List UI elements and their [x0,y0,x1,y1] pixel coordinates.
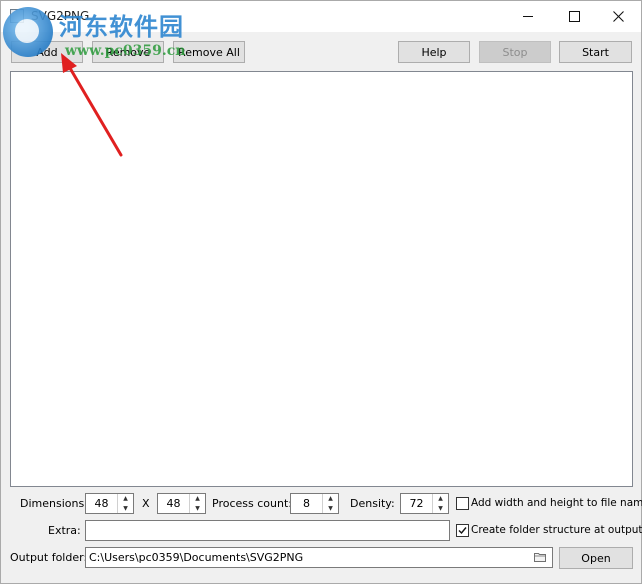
stepper-down-icon[interactable]: ▼ [118,504,133,513]
density-stepper-arrows: ▲ ▼ [432,494,448,513]
stepper-up-icon[interactable]: ▲ [118,494,133,503]
minimize-button[interactable] [505,1,551,31]
extra-label: Extra: [48,524,81,537]
window-title: SVG2PNG [31,9,90,23]
stepper-up-icon[interactable]: ▲ [433,494,448,503]
x-label: X [142,497,150,510]
close-icon [612,10,624,22]
add-button[interactable]: Add [11,41,83,63]
stepper-down-icon[interactable]: ▼ [433,504,448,513]
height-stepper[interactable]: 48 ▲ ▼ [157,493,206,514]
folder-icon[interactable] [534,552,546,562]
process-count-stepper[interactable]: 8 ▲ ▼ [290,493,339,514]
width-stepper[interactable]: 48 ▲ ▼ [85,493,134,514]
output-folder-label: Output folder: [10,551,88,564]
folder-structure-checkbox[interactable] [456,524,469,537]
stepper-down-icon[interactable]: ▼ [323,504,338,513]
process-count-label: Process count: [212,497,292,510]
maximize-icon [568,10,580,22]
stepper-up-icon[interactable]: ▲ [323,494,338,503]
add-wh-label: Add width and height to file name [471,497,642,509]
output-folder-path: C:\Users\pc0359\Documents\SVG2PNG [89,551,304,564]
height-stepper-arrows: ▲ ▼ [189,494,205,513]
open-button[interactable]: Open [559,547,633,569]
app-window: SVG2PNG Add Remove Remove All Help Stop … [0,0,642,584]
minimize-icon [523,15,533,17]
add-wh-checkbox[interactable] [456,497,469,510]
checkmark-icon [458,527,467,535]
maximize-button[interactable] [551,1,597,31]
process-count-stepper-arrows: ▲ ▼ [322,494,338,513]
width-value: 48 [94,497,109,510]
help-button[interactable]: Help [398,41,470,63]
close-button[interactable] [595,1,641,31]
stepper-down-icon[interactable]: ▼ [190,504,205,513]
process-count-value: 8 [303,497,310,510]
folder-structure-label: Create folder structure at output [471,524,642,536]
density-stepper[interactable]: 72 ▲ ▼ [400,493,449,514]
dimensions-label: Dimensions: [20,497,88,510]
width-stepper-arrows: ▲ ▼ [117,494,133,513]
stepper-up-icon[interactable]: ▲ [190,494,205,503]
output-folder-input[interactable]: C:\Users\pc0359\Documents\SVG2PNG [85,547,553,568]
stop-button[interactable]: Stop [479,41,551,63]
app-icon [10,9,24,23]
start-button[interactable]: Start [559,41,632,63]
remove-button[interactable]: Remove [92,41,164,63]
remove-all-button[interactable]: Remove All [173,41,245,63]
title-bar: SVG2PNG [1,1,641,32]
density-label: Density: [350,497,395,510]
height-value: 48 [166,497,181,510]
file-list[interactable] [10,71,633,487]
extra-input[interactable] [85,520,450,541]
density-value: 72 [409,497,424,510]
